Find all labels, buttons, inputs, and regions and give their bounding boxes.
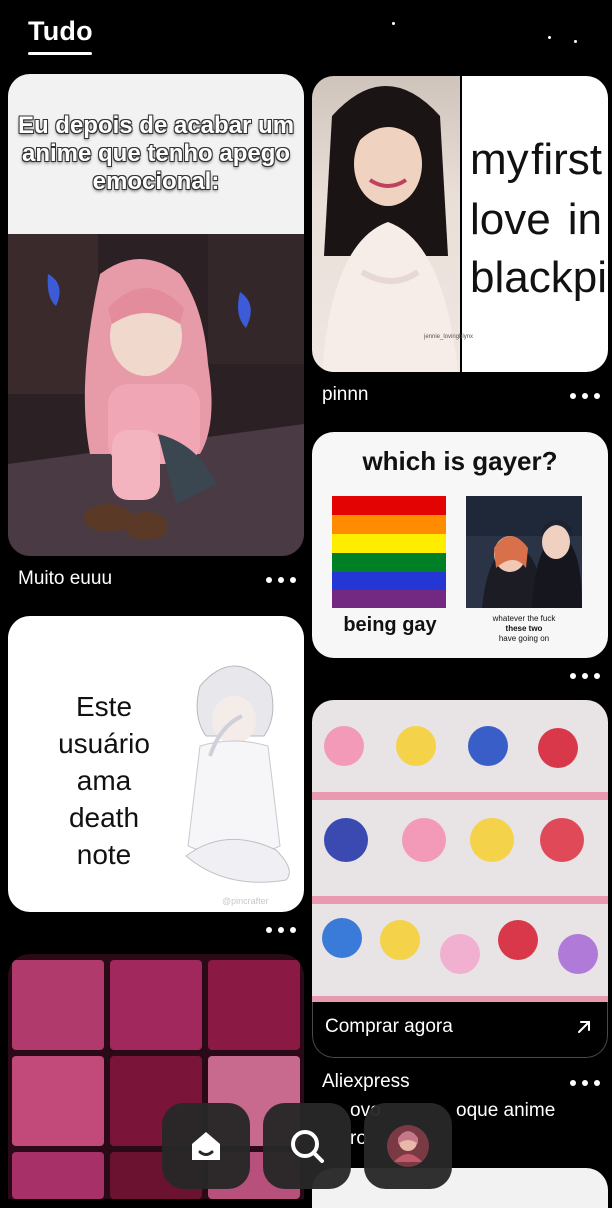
more-options-button[interactable] bbox=[570, 1079, 600, 1087]
more-options-button[interactable] bbox=[570, 672, 600, 680]
text-blackpink: blackpink bbox=[470, 253, 608, 302]
more-options-button[interactable] bbox=[570, 392, 600, 400]
search-icon bbox=[291, 1130, 324, 1163]
text-my: my bbox=[470, 135, 529, 184]
pin-eyeshadow-palette[interactable] bbox=[8, 954, 304, 1199]
status-indicator bbox=[392, 22, 395, 25]
status-indicator bbox=[548, 36, 551, 39]
text-first: first bbox=[531, 135, 602, 184]
nav-profile-button[interactable] bbox=[364, 1103, 452, 1189]
figures-image bbox=[312, 700, 608, 1002]
label-whatever: whatever the fuck these two have going o… bbox=[462, 614, 586, 644]
more-options-button[interactable] bbox=[266, 576, 296, 584]
watermark: @pincrafter bbox=[222, 896, 269, 906]
more-options-button[interactable] bbox=[266, 926, 296, 934]
pin-anime-figures[interactable]: Comprar agora bbox=[312, 700, 608, 1058]
meme-text: Este usuário ama death note bbox=[42, 688, 166, 873]
meme-title: which is gayer? bbox=[362, 446, 558, 476]
meme-text-area: Eu depois de acabar um anime que tenho a… bbox=[8, 74, 304, 234]
status-indicator bbox=[574, 40, 577, 43]
woman-image bbox=[322, 86, 458, 372]
avatar bbox=[387, 1125, 429, 1167]
near-character-image bbox=[185, 665, 290, 883]
text-line-3: ama bbox=[76, 765, 132, 796]
home-icon bbox=[192, 1132, 220, 1160]
pin-anime-meme[interactable]: Eu depois de acabar um anime que tenho a… bbox=[8, 74, 304, 556]
text-love: love bbox=[470, 195, 551, 244]
pin-death-note[interactable]: Este usuário ama death note @pincrafter bbox=[8, 616, 304, 912]
tab-tudo[interactable]: Tudo bbox=[28, 16, 93, 47]
pin-caption: Muito euuu bbox=[18, 568, 113, 589]
nav-search-button[interactable] bbox=[263, 1103, 351, 1189]
text-line-1: Este bbox=[75, 691, 133, 722]
meme-text-panel: myfirst lovein blackpink bbox=[462, 76, 608, 372]
label-line-1: whatever the fuck bbox=[492, 614, 556, 623]
external-link-icon bbox=[578, 1021, 590, 1033]
anime-duo-image bbox=[466, 496, 582, 608]
meme-caption: Eu depois de acabar um anime que tenho a… bbox=[17, 112, 295, 195]
advertiser-name[interactable]: Aliexpress bbox=[322, 1071, 410, 1093]
pin-description-tail: oque anime bbox=[456, 1100, 556, 1121]
pin-caption: pinnn bbox=[322, 384, 369, 405]
text-in: in bbox=[567, 195, 602, 244]
label-line-3: have going on bbox=[498, 634, 550, 643]
text-line-4: death note bbox=[68, 802, 140, 870]
label-line-2: these two bbox=[505, 624, 543, 633]
pin-blackpink[interactable]: myfirst lovein blackpink jennie_lovingbl… bbox=[312, 76, 608, 372]
shop-now-label: Comprar agora bbox=[325, 1016, 453, 1037]
watermark: jennie_lovingblynx bbox=[424, 334, 474, 340]
pin-gayer-meme[interactable]: which is gayer? being gay whatever the f… bbox=[312, 432, 608, 658]
text-line-2: usuário bbox=[58, 728, 150, 759]
tab-underline bbox=[28, 52, 92, 55]
label-being-gay: being gay bbox=[343, 614, 437, 636]
shop-now-button[interactable]: Comprar agora bbox=[312, 1002, 608, 1058]
rainbow-flag-image bbox=[332, 496, 446, 608]
anime-girl-image bbox=[8, 234, 304, 556]
woman-photo bbox=[312, 76, 460, 372]
palette-image bbox=[12, 960, 300, 1199]
next-pin-preview[interactable] bbox=[312, 1168, 608, 1208]
nav-home-button[interactable] bbox=[162, 1103, 250, 1189]
